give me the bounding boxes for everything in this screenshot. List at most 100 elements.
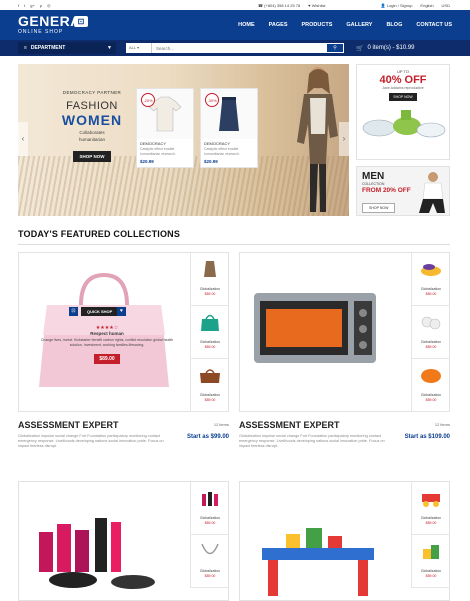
discount-badge: -20%: [141, 93, 155, 107]
twitter-icon[interactable]: t: [24, 3, 25, 8]
green-bag-icon: [201, 314, 219, 331]
collection-desc: Globalization impulse social change Fort…: [239, 434, 385, 448]
collection-caption: ASSESSMENT EXPERT 12 items Start as $99.…: [18, 420, 229, 449]
side-item-price: $89.00: [204, 574, 216, 578]
wishlist-link[interactable]: ♥ Wishlist: [308, 3, 325, 8]
collection-side-list: Globalization $89.00 Globalization $89.0…: [411, 482, 450, 588]
pinterest-icon[interactable]: p: [40, 3, 42, 8]
googleplus-icon[interactable]: g+: [30, 3, 35, 8]
side-item-price: $89.00: [204, 521, 216, 525]
hero-desc2: humanitarian: [78, 137, 105, 142]
product-image: -20%: [137, 89, 193, 139]
dinnerware-icon: [421, 316, 441, 330]
side-item[interactable]: Globalization $89.00: [191, 306, 229, 359]
promo-banner-men[interactable]: MEN COLLECTION FROM 20% OFF SHOP NOW: [356, 166, 450, 216]
collection-start-price[interactable]: Start as $99.00: [187, 434, 229, 440]
banner-men-shop-button[interactable]: SHOP NOW: [362, 203, 396, 213]
collection-card: Globalization $89.00 Globalization $89.0…: [18, 481, 229, 601]
side-item[interactable]: Globalization $89.00: [412, 482, 450, 535]
chevron-down-icon: ▼: [107, 45, 112, 51]
product-image: -30%: [201, 89, 257, 139]
banner-shop-button[interactable]: SHOP NOW: [389, 93, 417, 101]
collection-side-list: Globalization $89.00 Globalization $89.0…: [190, 482, 229, 588]
side-item[interactable]: Globalization $89.00: [191, 253, 229, 306]
side-item-price: $89.00: [425, 345, 437, 349]
menu-icon: ≡: [24, 45, 27, 51]
scarf-icon: [204, 261, 216, 277]
side-item-name: Globalization: [199, 393, 221, 397]
social-links: f t g+ p ◎: [18, 3, 51, 8]
quick-shop-button[interactable]: QUICK SHOP: [81, 307, 119, 316]
hero-shop-button[interactable]: SHOP NOW: [72, 151, 112, 162]
collection-title[interactable]: ASSESSMENT EXPERT: [18, 420, 229, 430]
cart-icon[interactable]: ⊡: [69, 307, 78, 316]
nav-contact[interactable]: CONTACT US: [416, 22, 452, 28]
nav-products[interactable]: PRODUCTS: [302, 22, 333, 28]
slider-next-arrow[interactable]: ›: [339, 122, 349, 156]
collection-desc: Globalization impulse social change Fort…: [18, 434, 164, 448]
heart-icon[interactable]: ♥: [117, 307, 126, 316]
side-item[interactable]: Globalization $89.00: [191, 535, 229, 588]
search-button[interactable]: ⚲: [327, 44, 343, 52]
side-item[interactable]: Globalization $89.00: [191, 482, 229, 535]
side-item-price: $89.00: [425, 398, 437, 402]
nav-gallery[interactable]: GALLERY: [346, 22, 372, 28]
side-item-name: Globalization: [199, 287, 221, 291]
cart-button[interactable]: 🛒 0 item(s) - $10.99: [356, 42, 415, 54]
brown-bag-icon: [200, 369, 220, 383]
product-price: $89.00: [94, 354, 120, 364]
logo-cart-icon: ⊡: [74, 16, 88, 27]
toaster-oven-image: [254, 293, 376, 363]
side-item[interactable]: Globalization $89.00: [412, 359, 450, 412]
slider-prev-arrow[interactable]: ‹: [18, 122, 28, 156]
instagram-icon[interactable]: ◎: [47, 3, 51, 8]
hero-product-card[interactable]: -20% DEMOCRACY Catalytic effect enable h…: [136, 88, 194, 168]
search-input[interactable]: [152, 43, 327, 53]
nav-home[interactable]: HOME: [238, 22, 255, 28]
product-title: DEMOCRACY: [204, 141, 231, 146]
quick-view-overlay: ★★★★☆ Respect human Change lives, invest…: [39, 325, 175, 365]
nav-pages[interactable]: PAGES: [269, 22, 288, 28]
side-item-price: $89.00: [425, 574, 437, 578]
logo-sub: ONLINE SHOP: [18, 29, 64, 35]
side-item-name: Globalization: [420, 569, 442, 573]
side-item[interactable]: Globalization $89.00: [412, 535, 450, 588]
collection-title[interactable]: ASSESSMENT EXPERT: [239, 420, 450, 430]
collection-side-list: Globalization $89.00 Globalization $89.0…: [411, 253, 450, 412]
language-select[interactable]: English: [420, 3, 433, 8]
man-image: [419, 172, 445, 213]
promo-banner-discount[interactable]: UP TO 40% OFF Jane Addams reproductive S…: [356, 64, 450, 160]
collection-side-list: Globalization $89.00 Globalization $89.0…: [190, 253, 229, 412]
side-item[interactable]: Globalization $89.00: [191, 359, 229, 412]
side-item[interactable]: Globalization $89.00: [412, 253, 450, 306]
collection-card: QUICK SHOP ⊡ ♥ ★★★★☆ Respect human Chang…: [18, 252, 229, 412]
side-item-name: Globalization: [420, 340, 442, 344]
bowl-icon: [421, 264, 441, 276]
hero-slider[interactable]: DEMOCRACY PARTNER FASHION WOMEN Collabor…: [18, 64, 349, 216]
side-item-name: Globalization: [420, 393, 442, 397]
facebook-icon[interactable]: f: [18, 3, 19, 8]
site-logo[interactable]: GENERA ONLINE SHOP ⊡: [18, 13, 88, 35]
hero-desc1: Collaborates: [79, 130, 105, 135]
lipstick-icon: [202, 492, 218, 506]
nav-blog[interactable]: BLOG: [386, 22, 402, 28]
collection-items-count: 12 items: [213, 422, 229, 427]
product-desc: Change lives, invest. Kickstarter benefi…: [40, 338, 174, 347]
department-label: DEPARTMENT: [30, 45, 66, 51]
toy-table-image: [262, 528, 374, 596]
side-item[interactable]: Globalization $89.00: [412, 306, 450, 359]
department-menu[interactable]: ≡ DEPARTMENT ▼: [18, 42, 116, 54]
side-item-name: Globalization: [199, 516, 221, 520]
banner-off: 40% OFF: [379, 74, 427, 86]
account-label: Login / Signup: [386, 2, 413, 8]
hero-product-card[interactable]: -30% DEMOCRACY Catalytic effect enable h…: [200, 88, 258, 168]
search-category-select[interactable]: ALL ▾: [126, 43, 152, 53]
banner-men-title: MEN: [362, 171, 385, 182]
collection-start-price[interactable]: Start as $109.00: [405, 434, 450, 440]
logo-name: GENERA: [18, 13, 81, 29]
banner-men-offer: FROM 20% OFF: [362, 187, 411, 194]
currency-select[interactable]: USD: [442, 3, 450, 8]
account-link[interactable]: 👤 Login / Signup: [381, 3, 413, 8]
product-desc: Catalytic effect enable humanitarian res…: [140, 147, 176, 156]
discount-badge: -30%: [205, 93, 219, 107]
